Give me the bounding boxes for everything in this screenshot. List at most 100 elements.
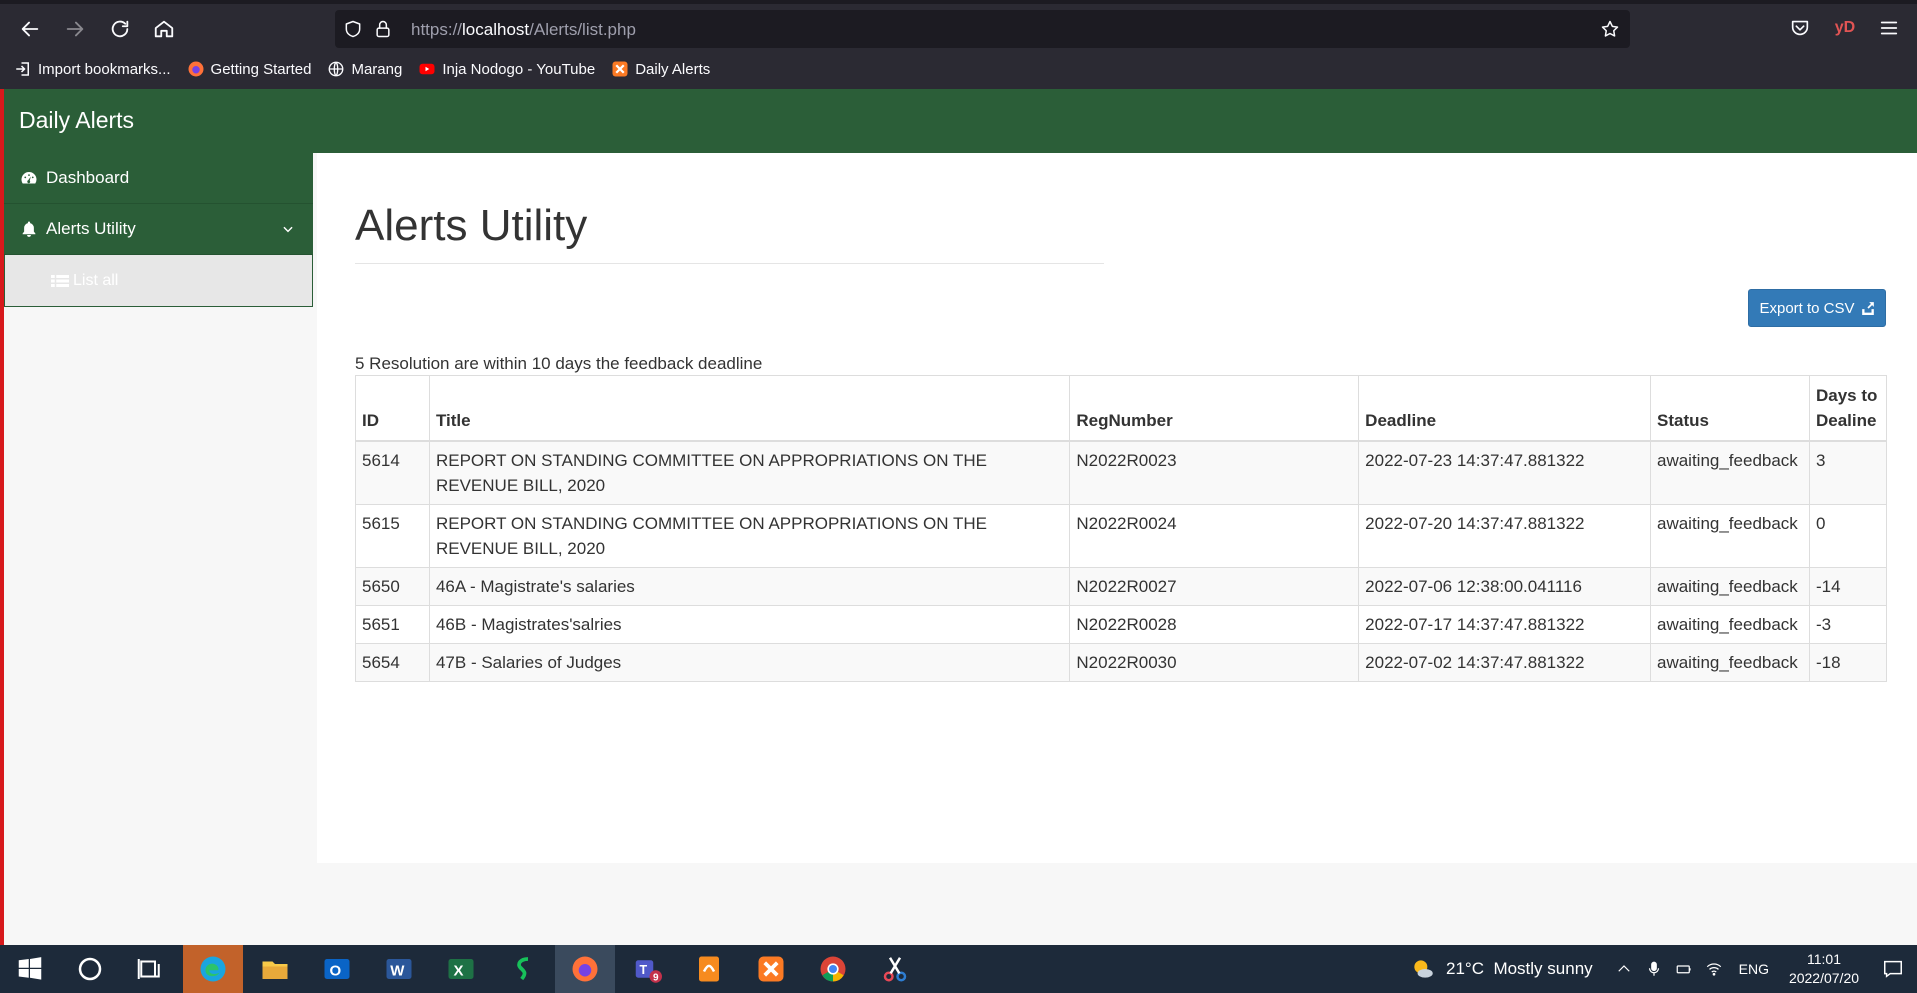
hamburger-menu-icon	[1880, 21, 1898, 35]
bookmark-youtube[interactable]: Inja Nodogo - YouTube	[418, 60, 595, 78]
table-row[interactable]: 5650 46A - Magistrate's salaries N2022R0…	[355, 567, 1888, 606]
col-header-title[interactable]: Title	[428, 375, 1071, 442]
taskbar-edge[interactable]	[183, 945, 243, 993]
bookmark-star-icon[interactable]	[1600, 19, 1620, 39]
export-csv-button[interactable]: Export to CSV	[1748, 289, 1886, 327]
table-row[interactable]: 5614 REPORT ON STANDING COMMITTEE ON APP…	[355, 440, 1888, 505]
col-header-days-to-deadline[interactable]: Days to Dealine	[1808, 375, 1888, 442]
col-header-regnumber[interactable]: RegNumber	[1069, 375, 1360, 442]
bookmark-daily-alerts[interactable]: Daily Alerts	[611, 60, 710, 78]
teams-icon: T9	[635, 960, 662, 983]
cell-title: 47B - Salaries of Judges	[428, 643, 1071, 682]
home-button[interactable]	[149, 14, 179, 44]
outlook-icon: O	[324, 959, 350, 979]
window-top-edge	[0, 0, 1917, 4]
taskbar-snipping-tool[interactable]	[865, 945, 925, 993]
col-header-deadline[interactable]: Deadline	[1358, 375, 1651, 442]
cell-days: -18	[1808, 643, 1888, 682]
cell-deadline: 2022-07-23 14:37:47.881322	[1358, 440, 1651, 505]
start-button[interactable]	[0, 945, 60, 993]
windows-logo-icon	[18, 957, 42, 980]
clock-date: 2022/07/20	[1788, 970, 1860, 986]
bookmark-label: Inja Nodogo - YouTube	[442, 60, 596, 78]
taskbar-pdf[interactable]	[679, 945, 739, 993]
cell-id: 5650	[355, 567, 430, 606]
wifi-icon[interactable]	[1703, 958, 1725, 980]
search-button[interactable]	[60, 945, 120, 993]
weather-icon[interactable]	[1406, 958, 1440, 980]
taskbar-xampp[interactable]	[741, 945, 801, 993]
folder-icon	[262, 961, 288, 979]
bookmark-label: Marang	[351, 60, 403, 78]
taskbar-firefox[interactable]	[555, 945, 615, 993]
account-button[interactable]: yD	[1831, 14, 1859, 42]
export-label: Export to CSV	[1759, 299, 1855, 317]
excel-icon: X	[448, 959, 474, 979]
menu-button[interactable]	[1875, 14, 1903, 42]
microphone-icon[interactable]	[1643, 958, 1665, 980]
cell-status: awaiting_feedback	[1649, 567, 1810, 606]
home-icon	[154, 20, 174, 38]
battery-icon[interactable]	[1673, 958, 1695, 980]
task-view-button[interactable]	[120, 945, 180, 993]
cell-days: 3	[1808, 440, 1888, 505]
table-row[interactable]: 5654 47B - Salaries of Judges N2022R0030…	[355, 643, 1888, 682]
taskbar-outlook[interactable]: O	[307, 945, 367, 993]
cell-deadline: 2022-07-20 14:37:47.881322	[1358, 504, 1651, 568]
table-row[interactable]: 5615 REPORT ON STANDING COMMITTEE ON APP…	[355, 504, 1888, 568]
taskbar-excel[interactable]: X	[431, 945, 491, 993]
lock-icon[interactable]	[373, 19, 393, 39]
bookmarks-bar: Import bookmarks... Getting Started Mara…	[14, 60, 710, 78]
svg-text:O: O	[330, 962, 342, 979]
cortana-circle-icon	[78, 957, 102, 981]
back-button[interactable]	[15, 14, 45, 44]
page-title: Alerts Utility	[355, 201, 588, 250]
taskbar-file-explorer[interactable]	[245, 945, 305, 993]
table-row[interactable]: 5651 46B - Magistrates'salries N2022R002…	[355, 605, 1888, 644]
sage-icon	[517, 957, 529, 981]
col-header-id[interactable]: ID	[355, 375, 430, 442]
pocket-button[interactable]	[1786, 14, 1814, 42]
svg-text:W: W	[390, 962, 405, 979]
taskbar-chrome[interactable]	[803, 945, 863, 993]
input-language[interactable]: ENG	[1739, 961, 1769, 977]
weather-text[interactable]: 21°C Mostly sunny	[1446, 959, 1593, 979]
bookmark-marang[interactable]: Marang	[327, 60, 402, 78]
taskbar-teams[interactable]: T9	[617, 945, 677, 993]
taskbar-word[interactable]: W	[369, 945, 429, 993]
page-viewport: Daily Alerts Dashboard Alerts Utility Li…	[0, 89, 1917, 945]
globe-icon	[327, 60, 345, 78]
chrome-icon	[820, 956, 846, 982]
summary-text: 5 Resolution are within 10 days the feed…	[355, 354, 763, 373]
bookmark-getting-started[interactable]: Getting Started	[187, 60, 311, 78]
url-text[interactable]: https://localhost/Alerts/list.php	[411, 20, 636, 40]
taskbar-clock[interactable]: 11:01 2022/07/20	[1779, 950, 1869, 988]
cell-title: 46B - Magistrates'salries	[428, 605, 1071, 644]
address-bar[interactable]: https://localhost/Alerts/list.php	[335, 10, 1630, 48]
col-header-status[interactable]: Status	[1649, 375, 1810, 442]
notification-icon[interactable]	[1869, 945, 1917, 993]
pdf-icon	[699, 956, 719, 982]
bookmark-import[interactable]: Import bookmarks...	[14, 60, 171, 78]
tracking-shield-icon[interactable]	[343, 19, 363, 39]
cell-title: 46A - Magistrate's salaries	[428, 567, 1071, 606]
task-view-icon	[137, 959, 160, 979]
forward-button[interactable]	[60, 14, 90, 44]
import-icon	[14, 60, 32, 78]
firefox-icon	[187, 60, 205, 78]
export-icon	[1861, 302, 1874, 315]
sidebar: Dashboard Alerts Utility List all	[4, 153, 313, 307]
cell-regnumber: N2022R0028	[1069, 605, 1360, 644]
table-header-row: ID Title RegNumber Deadline Status Days …	[355, 375, 1888, 442]
reload-button[interactable]	[105, 14, 135, 44]
taskbar-sage[interactable]	[493, 945, 553, 993]
reload-icon	[111, 20, 129, 38]
sidebar-subitem-list-all[interactable]: List all	[4, 255, 313, 307]
sidebar-item-alerts-utility[interactable]: Alerts Utility	[4, 204, 313, 255]
brand-link[interactable]: Daily Alerts	[19, 107, 134, 134]
cell-regnumber: N2022R0023	[1069, 440, 1360, 505]
sidebar-item-dashboard[interactable]: Dashboard	[4, 153, 313, 204]
chevron-up-icon[interactable]	[1613, 958, 1635, 980]
cell-days: 0	[1808, 504, 1888, 568]
alerts-table: ID Title RegNumber Deadline Status Days …	[355, 375, 1888, 682]
